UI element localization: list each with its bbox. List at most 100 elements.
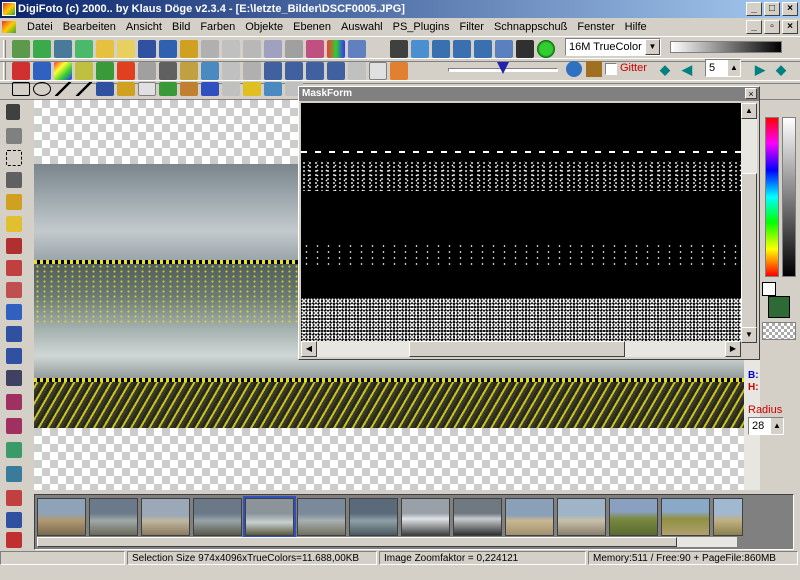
menu-farben[interactable]: Farben <box>195 18 240 36</box>
thumbnail-item[interactable] <box>193 498 242 536</box>
doc-minimize-button[interactable]: _ <box>746 20 762 34</box>
curve-icon[interactable] <box>75 82 93 96</box>
abc-text-icon[interactable] <box>138 62 156 80</box>
rotate-icon[interactable] <box>243 40 261 58</box>
mask-horizontal-scrollbar[interactable]: ◀ ▶ <box>301 341 741 357</box>
paint-icon[interactable] <box>6 282 22 298</box>
arrow-right-icon[interactable]: ◆ <box>776 62 786 78</box>
gradient-fill-icon[interactable] <box>6 466 22 482</box>
swap-icon[interactable] <box>201 40 219 58</box>
doc-restore-button[interactable]: ▫ <box>764 20 780 34</box>
thumbnail-item-selected[interactable] <box>243 496 296 538</box>
line-icon[interactable] <box>54 82 72 96</box>
menu-hilfe[interactable]: Hilfe <box>620 18 652 36</box>
smudge-icon[interactable] <box>6 326 22 342</box>
menu-bild[interactable]: Bild <box>167 18 195 36</box>
gray-palette[interactable] <box>782 117 796 277</box>
barcode-icon[interactable] <box>201 82 219 96</box>
color-balance-icon[interactable] <box>327 40 345 58</box>
arrow-left-icon[interactable]: ◆ <box>660 62 670 78</box>
thumbnail-item[interactable] <box>349 498 398 536</box>
mask-form-window[interactable]: MaskForm × ▲ ▼ ◀ ▶ <box>298 86 760 360</box>
effects-icon[interactable] <box>348 40 366 58</box>
radius-spin-icon[interactable]: ▲ <box>771 418 783 434</box>
doc-close-button[interactable]: × <box>782 20 798 34</box>
grid-effect-icon[interactable] <box>75 62 93 80</box>
import-icon[interactable] <box>75 40 93 58</box>
maximize-button[interactable]: □ <box>764 2 780 16</box>
thumbnail-item[interactable] <box>37 498 86 536</box>
mask-hscroll-thumb[interactable] <box>409 341 625 357</box>
dash-icon[interactable] <box>159 82 177 96</box>
curves-icon[interactable] <box>390 62 408 80</box>
slider-thumb[interactable] <box>497 62 509 74</box>
transparent-swatch[interactable] <box>762 322 796 340</box>
thumbnail-scroll-thumb[interactable] <box>37 537 677 547</box>
arrow-prev-icon[interactable]: ◀ <box>682 62 692 78</box>
grid-checkbox[interactable] <box>605 63 617 75</box>
status-light-icon[interactable] <box>537 40 555 58</box>
close-button[interactable]: × <box>782 2 798 16</box>
menu-auswahl[interactable]: Auswahl <box>336 18 388 36</box>
text-tool-icon[interactable] <box>96 82 114 96</box>
pointer-icon[interactable] <box>6 104 20 120</box>
crop-icon[interactable] <box>222 82 240 96</box>
save-as-icon[interactable] <box>159 40 177 58</box>
clone-icon[interactable] <box>6 304 22 320</box>
layers-icon[interactable] <box>264 82 282 96</box>
butterfly-icon[interactable] <box>117 62 135 80</box>
thumbnail-item[interactable] <box>453 498 502 536</box>
window3-icon[interactable] <box>474 40 492 58</box>
mask-scroll-left-icon[interactable]: ◀ <box>301 341 317 357</box>
pencil-icon[interactable] <box>117 82 135 96</box>
arrow-next-icon[interactable]: ▶ <box>755 62 765 78</box>
airbrush-icon[interactable] <box>6 260 22 276</box>
open-folder-icon[interactable] <box>96 40 114 58</box>
resize-icon[interactable] <box>222 40 240 58</box>
thumbnail-item[interactable] <box>609 498 658 536</box>
eye3-icon[interactable] <box>306 62 324 80</box>
move-icon[interactable] <box>243 82 261 96</box>
window2-icon[interactable] <box>453 40 471 58</box>
chevron-down-icon[interactable]: ▼ <box>645 39 660 55</box>
photo-icon[interactable] <box>495 40 513 58</box>
webcam-icon[interactable] <box>516 40 534 58</box>
minimize-button[interactable]: _ <box>746 2 762 16</box>
toolbar-grip[interactable] <box>3 40 6 58</box>
monitor-icon[interactable] <box>411 40 429 58</box>
stamp-icon[interactable] <box>6 532 22 548</box>
color-mode-select[interactable]: 16M TrueColor ▼ <box>565 38 661 56</box>
mask-scroll-right-icon[interactable]: ▶ <box>725 341 741 357</box>
step-stepper[interactable]: 5 ▲ <box>705 59 741 77</box>
magic-lasso-icon[interactable] <box>6 194 22 210</box>
background-color-swatch[interactable] <box>762 282 776 296</box>
pen-tool-icon[interactable] <box>6 216 22 232</box>
thumbnail-item[interactable] <box>713 498 743 536</box>
picture-frame-icon[interactable] <box>180 62 198 80</box>
menu-ebenen[interactable]: Ebenen <box>288 18 336 36</box>
thumbnail-item[interactable] <box>557 498 606 536</box>
spin-icon[interactable]: ▲ <box>728 60 740 76</box>
window-icon[interactable] <box>432 40 450 58</box>
gradient-slider[interactable] <box>670 41 782 53</box>
mask-close-icon[interactable]: × <box>745 88 757 99</box>
select-rect-icon[interactable] <box>6 150 22 166</box>
ellipse-icon[interactable] <box>33 82 51 96</box>
new-icon[interactable] <box>12 40 30 58</box>
panorama-icon[interactable] <box>201 62 219 80</box>
correction-icon[interactable] <box>33 62 51 80</box>
mask-preview[interactable] <box>301 103 741 343</box>
save-icon[interactable] <box>138 40 156 58</box>
red-eye-icon[interactable] <box>12 62 30 80</box>
eye2-icon[interactable] <box>285 62 303 80</box>
note-icon[interactable] <box>138 82 156 96</box>
thumbnail-item[interactable] <box>297 498 346 536</box>
menu-objekte[interactable]: Objekte <box>240 18 288 36</box>
blur-icon[interactable] <box>6 370 22 386</box>
camera-icon[interactable] <box>390 40 408 58</box>
menu-filter[interactable]: Filter <box>455 18 489 36</box>
thumbnail-item[interactable] <box>661 498 710 536</box>
color-palette[interactable] <box>765 117 779 277</box>
frame-icon[interactable] <box>159 62 177 80</box>
document-icon[interactable] <box>2 21 16 33</box>
